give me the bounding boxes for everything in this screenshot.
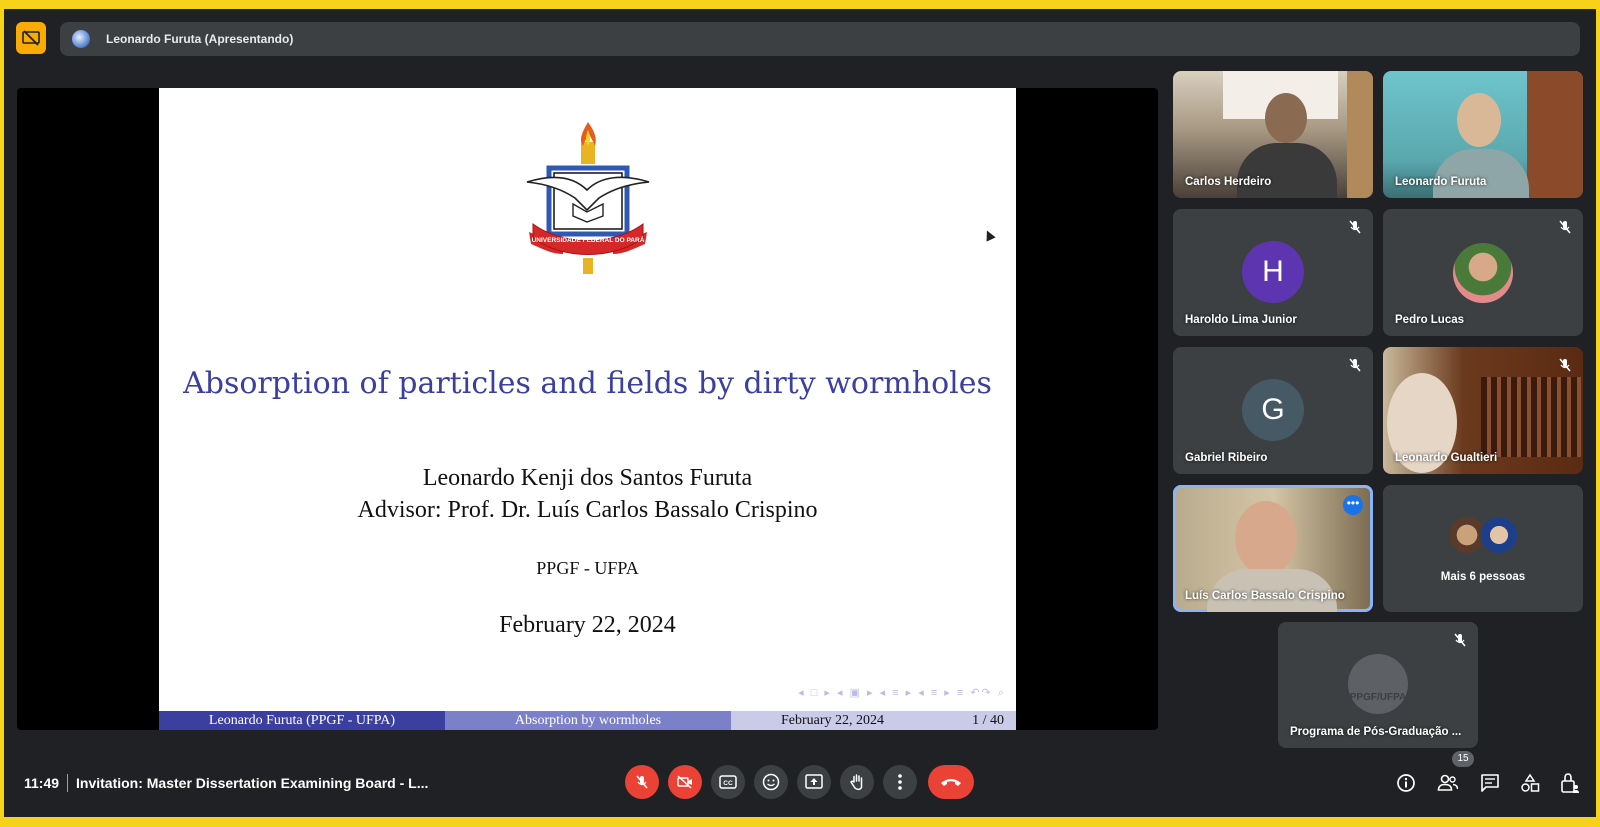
participant-name: Luís Carlos Bassalo Crispino	[1185, 590, 1345, 602]
emoji-button[interactable]	[754, 765, 788, 799]
mic-off-icon	[1559, 358, 1571, 372]
raise-hand-button[interactable]	[840, 765, 874, 799]
slide-footer: Leonardo Furuta (PPGF - UFPA) Absorption…	[159, 711, 1016, 730]
more-participants-tile[interactable]: Mais 6 pessoas	[1383, 485, 1583, 612]
participant-tile[interactable]: Leonardo Gualtieri	[1383, 347, 1583, 474]
participant-tile[interactable]: Carlos Herdeiro	[1173, 71, 1373, 198]
person-head	[1235, 501, 1297, 575]
participant-tile[interactable]: Pedro Lucas	[1383, 209, 1583, 336]
presenter-label: Leonardo Furuta (Apresentando)	[106, 32, 294, 46]
participant-name: Gabriel Ribeiro	[1185, 452, 1268, 464]
people-button[interactable]	[1436, 771, 1460, 795]
camera-off-button[interactable]	[668, 765, 702, 799]
person-head	[1457, 93, 1501, 147]
mic-off-icon	[1454, 633, 1466, 647]
emoji-icon	[762, 773, 780, 791]
participant-name: Haroldo Lima Junior	[1185, 314, 1297, 326]
slide-authors: Leonardo Kenji dos Santos Furuta Advisor…	[159, 462, 1016, 526]
participant-count-badge: 15	[1452, 751, 1474, 767]
slide-date: February 22, 2024	[499, 612, 676, 638]
window-frame-bg	[1527, 71, 1583, 198]
slide-institution: PPGF - UFPA	[536, 558, 639, 578]
participant-name: Leonardo Furuta	[1395, 176, 1487, 188]
more-options-button[interactable]	[883, 765, 917, 799]
footer-date-page: February 22, 2024 1 / 40	[731, 711, 1016, 730]
mic-off-icon	[636, 775, 648, 789]
participant-name: Leonardo Gualtieri	[1395, 452, 1498, 464]
footer-author: Leonardo Furuta (PPGF - UFPA)	[159, 711, 445, 730]
person-body	[1433, 149, 1529, 198]
participant-name: Carlos Herdeiro	[1185, 176, 1272, 188]
svg-text:CC: CC	[723, 780, 733, 787]
slide-advisor: Advisor: Prof. Dr. Luís Carlos Bassalo C…	[357, 497, 818, 523]
participant-tile[interactable]: PPGF/UFPA Programa de Pós-Graduação ...	[1278, 622, 1478, 748]
presentation-icon[interactable]	[16, 22, 46, 54]
participant-name: Programa de Pós-Graduação ...	[1290, 726, 1462, 738]
participant-avatar: H	[1242, 241, 1304, 303]
participant-tile[interactable]: H Haroldo Lima Junior	[1173, 209, 1373, 336]
captions-icon: CC	[719, 775, 737, 789]
slide-author: Leonardo Kenji dos Santos Furuta	[422, 465, 753, 491]
footer-title: Absorption by wormholes	[445, 711, 731, 730]
person-head	[1265, 93, 1307, 143]
footer-page: 1 / 40	[972, 713, 1004, 728]
present-screen-button[interactable]	[797, 765, 831, 799]
meeting-info-button[interactable]	[1394, 771, 1418, 795]
meeting-clock: 11:49	[24, 775, 60, 791]
program-logo: PPGF/UFPA	[1348, 654, 1408, 714]
chat-icon	[1481, 774, 1499, 792]
hang-up-icon	[941, 779, 961, 786]
host-controls-button[interactable]	[1558, 771, 1582, 795]
mic-off-icon	[1349, 358, 1361, 372]
activities-button[interactable]	[1518, 771, 1542, 795]
more-options-icon[interactable]: •••	[1343, 495, 1363, 515]
lock-person-icon	[1561, 773, 1579, 793]
leave-call-button[interactable]	[928, 765, 974, 799]
raise-hand-icon	[850, 774, 863, 791]
logo-text: UNIVERSIDADE FEDERAL DO PARÁ	[532, 235, 645, 244]
chat-button[interactable]	[1478, 771, 1502, 795]
presentation-slide: UNIVERSIDADE FEDERAL DO PARÁ Absorption …	[159, 88, 1016, 730]
participant-avatar: G	[1242, 379, 1304, 441]
beamer-navigation-icons: ◂ □ ▸ ◂ ▣ ▸ ◂ ≡ ▸ ◂ ≡ ▸ ≡ ↶↷ ⌕	[798, 687, 1006, 699]
person-body	[1237, 143, 1337, 198]
bookshelf	[1347, 71, 1373, 198]
presenter-pill: Leonardo Furuta (Apresentando)	[60, 22, 1580, 56]
divider	[67, 774, 68, 792]
footer-date: February 22, 2024	[781, 713, 885, 728]
presentation-bar: Leonardo Furuta (Apresentando)	[16, 22, 1580, 58]
presenter-avatar	[72, 30, 90, 48]
participant-avatar	[1479, 515, 1519, 555]
people-icon	[1437, 774, 1459, 791]
mic-off-icon	[1349, 220, 1361, 234]
program-logo-text: PPGF/UFPA	[1349, 692, 1407, 703]
more-vert-icon	[898, 774, 902, 790]
participant-tile[interactable]: Leonardo Furuta	[1383, 71, 1583, 198]
participant-tile-active-speaker[interactable]: ••• Luís Carlos Bassalo Crispino	[1173, 485, 1373, 612]
mic-off-button[interactable]	[625, 765, 659, 799]
info-icon	[1397, 774, 1415, 792]
participant-tile[interactable]: G Gabriel Ribeiro	[1173, 347, 1373, 474]
slide-title: Absorption of particles and fields by di…	[183, 366, 992, 401]
university-logo: UNIVERSIDADE FEDERAL DO PARÁ	[526, 122, 650, 274]
captions-button[interactable]: CC	[711, 765, 745, 799]
participant-name: Pedro Lucas	[1395, 314, 1465, 326]
participant-photo	[1453, 243, 1513, 303]
more-participants-label: Mais 6 pessoas	[1440, 571, 1526, 583]
camera-off-icon	[677, 775, 692, 789]
bookshelf	[1481, 377, 1581, 457]
mic-off-icon	[1559, 220, 1571, 234]
activities-icon	[1521, 773, 1540, 792]
present-icon	[805, 774, 823, 789]
meeting-control-bar: 11:49 Invitation: Master Dissertation Ex…	[4, 751, 1596, 809]
meeting-title[interactable]: Invitation: Master Dissertation Examinin…	[76, 775, 428, 791]
